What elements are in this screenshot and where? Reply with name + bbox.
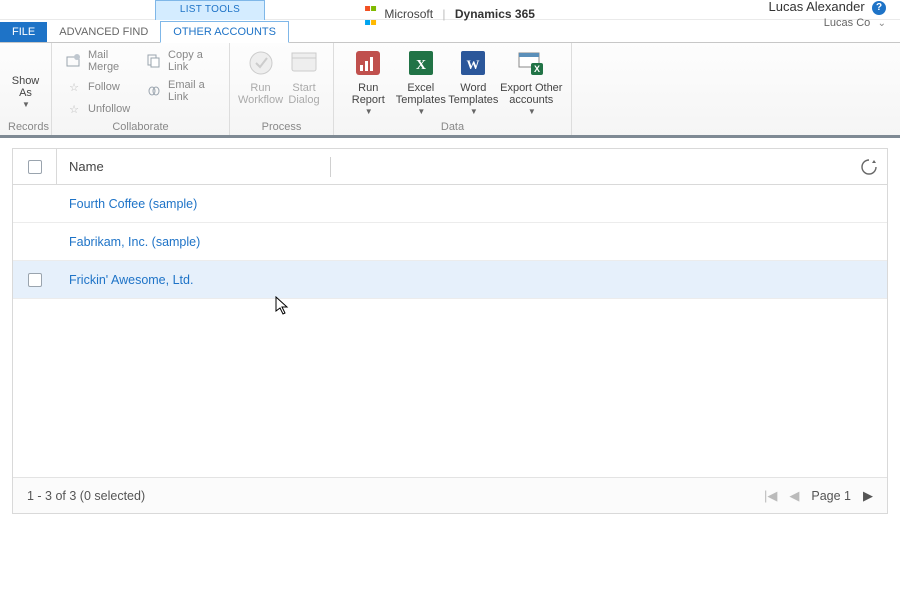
column-splitter[interactable] — [330, 157, 331, 177]
mail-merge-icon — [66, 53, 82, 69]
mouse-cursor-icon — [275, 296, 291, 319]
email-link-button[interactable]: Email a Link — [144, 77, 221, 105]
run-workflow-label: Run Workflow — [238, 82, 283, 106]
row-checkbox[interactable] — [13, 273, 57, 287]
row-name-link[interactable]: Frickin' Awesome, Ltd. — [57, 273, 193, 287]
table-row[interactable]: Frickin' Awesome, Ltd. — [13, 261, 887, 299]
follow-button[interactable]: ☆ Follow — [64, 77, 136, 97]
mail-merge-label: Mail Merge — [88, 49, 134, 73]
star-off-icon: ☆ — [66, 101, 82, 117]
copy-link-label: Copy a Link — [168, 49, 219, 73]
row-name-link[interactable]: Fourth Coffee (sample) — [57, 197, 197, 211]
table-row[interactable]: Fourth Coffee (sample) — [13, 185, 887, 223]
export-other-label: Export Other accounts — [500, 82, 562, 106]
results-grid: Name Fourth Coffee (sample) Fabrikam, Inc… — [12, 148, 888, 514]
excel-templates-button[interactable]: X Excel Templates▼ — [395, 47, 448, 118]
svg-text:X: X — [534, 64, 540, 74]
help-icon[interactable]: ? — [872, 1, 886, 15]
excel-templates-label: Excel Templates — [396, 82, 446, 106]
chevron-down-icon: ▼ — [470, 106, 478, 118]
start-dialog-label: Start Dialog — [288, 82, 319, 106]
prev-page-button[interactable]: ◀ — [789, 488, 799, 504]
refresh-button[interactable] — [851, 158, 887, 176]
workflow-icon — [245, 47, 277, 79]
first-page-button[interactable]: |◀ — [764, 488, 777, 504]
user-name[interactable]: Lucas Alexander — [769, 0, 865, 14]
word-icon: W — [457, 47, 489, 79]
copy-link-button[interactable]: Copy a Link — [144, 47, 221, 75]
tab-file[interactable]: FILE — [0, 22, 47, 42]
group-label-process: Process — [238, 119, 325, 133]
star-icon: ☆ — [66, 79, 82, 95]
run-report-label: Run Report — [352, 82, 385, 106]
col-header-name[interactable]: Name — [57, 159, 330, 174]
group-label-collaborate: Collaborate — [60, 119, 221, 133]
email-link-icon — [146, 83, 162, 99]
chevron-down-icon: ▼ — [365, 106, 373, 118]
follow-label: Follow — [88, 81, 120, 93]
row-name-link[interactable]: Fabrikam, Inc. (sample) — [57, 235, 200, 249]
show-as-label: Show As — [12, 75, 40, 99]
select-all-checkbox[interactable] — [13, 149, 57, 184]
report-icon — [352, 47, 384, 79]
start-dialog-button[interactable]: Start Dialog — [283, 47, 325, 106]
export-other-button[interactable]: X Export Other accounts▼ — [500, 47, 563, 118]
export-icon: X — [515, 47, 547, 79]
chevron-down-icon: ▼ — [528, 106, 536, 118]
mail-merge-button[interactable]: Mail Merge — [64, 47, 136, 75]
word-templates-button[interactable]: W Word Templates▼ — [447, 47, 500, 118]
refresh-icon — [860, 158, 878, 176]
dialog-icon — [288, 47, 320, 79]
svg-text:W: W — [467, 57, 480, 72]
email-link-label: Email a Link — [168, 79, 219, 103]
tab-other-accounts[interactable]: OTHER ACCOUNTS — [160, 21, 289, 43]
ribbon: Show As ▼ Records Mail Merge ☆ Follow — [0, 43, 900, 138]
page-label: Page 1 — [811, 489, 851, 503]
context-tab-list-tools[interactable]: LIST TOOLS — [155, 0, 265, 20]
word-templates-label: Word Templates — [448, 82, 498, 106]
chevron-down-icon: ▼ — [417, 106, 425, 118]
next-page-button[interactable]: ▶ — [863, 488, 873, 504]
tab-advanced-find[interactable]: ADVANCED FIND — [47, 22, 160, 42]
unfollow-label: Unfollow — [88, 103, 130, 115]
svg-text:X: X — [416, 58, 426, 73]
chevron-down-icon: ▼ — [22, 99, 30, 111]
excel-icon: X — [405, 47, 437, 79]
copy-link-icon — [146, 53, 162, 69]
group-label-data: Data — [342, 119, 563, 133]
run-workflow-button[interactable]: Run Workflow — [238, 47, 283, 106]
grid-status: 1 - 3 of 3 (0 selected) — [27, 489, 145, 503]
show-as-button[interactable]: Show As ▼ — [8, 47, 43, 111]
group-label-records: Records — [8, 119, 43, 133]
table-row[interactable]: Fabrikam, Inc. (sample) — [13, 223, 887, 261]
run-report-button[interactable]: Run Report▼ — [342, 47, 395, 118]
unfollow-button[interactable]: ☆ Unfollow — [64, 99, 136, 119]
